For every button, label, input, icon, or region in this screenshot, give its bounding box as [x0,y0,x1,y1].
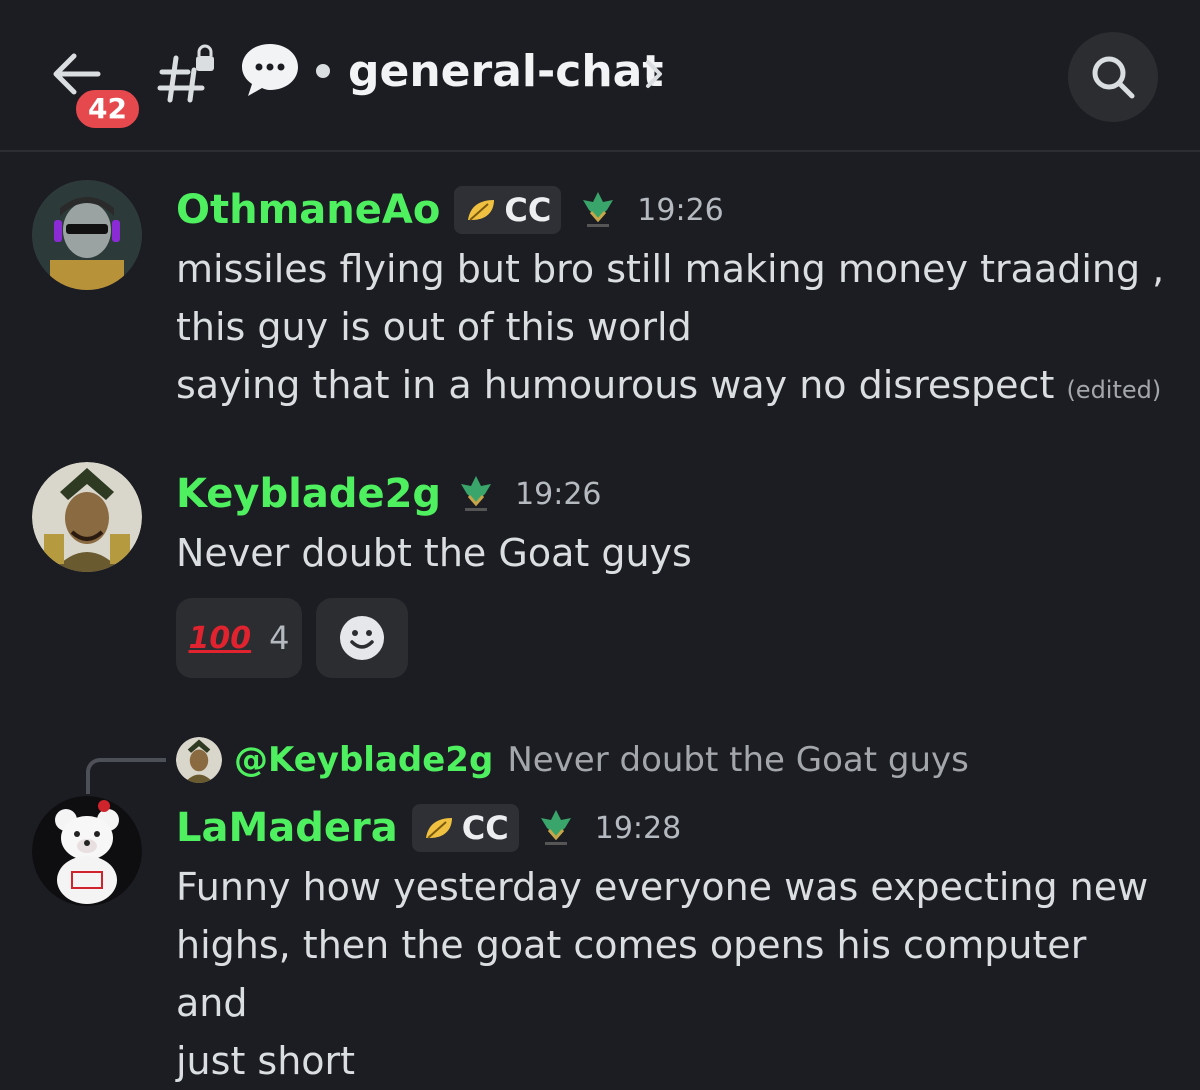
message-content: Never doubt the Goat guys [176,524,1166,582]
message-line-text: saying that in a humourous way no disres… [176,363,1055,407]
separator-dot [316,64,330,78]
hundred-points-icon: 100 [188,620,252,656]
timestamp: 19:28 [594,810,682,846]
message-content: missiles flying but bro still making mon… [176,240,1166,419]
guild-tag[interactable]: CC [411,804,519,852]
timestamp: 19:26 [515,476,602,512]
search-icon [1092,56,1135,99]
guild-tag-label: CC [504,191,552,229]
reaction-100[interactable]: 100 4 [176,598,302,678]
edited-label: (edited) [1066,376,1162,404]
leaf-icon [468,200,495,221]
avatar[interactable] [32,180,142,290]
unread-badge: 42 [72,86,143,132]
channel-header: 42 general-chat [0,0,1200,152]
reply-preview: Never doubt the Goat guys [507,740,969,780]
username[interactable]: LaMadera [176,805,398,851]
server-crest-icon [540,810,571,845]
reactions: 100 4 [176,598,422,678]
message-line: this guy is out of this world [176,305,692,349]
message-line: saying that in a humourous way no disres… [176,356,1166,419]
username[interactable]: Keyblade2g [176,471,441,517]
add-reaction-button[interactable] [316,598,408,678]
message-line: just short [176,1039,356,1083]
reply-reference[interactable]: @Keyblade2g Never doubt the Goat guys [176,734,969,786]
reaction-count: 4 [269,619,290,657]
server-crest-icon [583,192,614,227]
reply-connector [86,758,166,794]
timestamp: 19:26 [637,192,724,228]
avatar[interactable] [32,462,142,572]
guild-tag-label: CC [461,809,509,847]
message-line: missiles flying but bro still making mon… [176,247,1165,291]
message-line: Funny how yesterday everyone was expecti… [176,865,1149,909]
search-button[interactable] [1068,32,1158,122]
message-header: Keyblade2g 19:26 [176,466,602,522]
locked-hashtag-icon [156,44,218,106]
smiley-icon [340,616,384,660]
leaf-icon [425,818,452,839]
server-crest-icon [461,476,492,511]
avatar[interactable] [32,796,142,906]
message-content: Funny how yesterday everyone was expecti… [176,858,1166,1090]
message-line: highs, then the goat comes opens his com… [176,923,1087,1025]
message-header: LaMadera CC 19:28 [176,800,681,856]
message-line: Never doubt the Goat guys [176,531,692,575]
guild-tag[interactable]: CC [454,186,562,234]
chevron-right-icon[interactable] [640,56,668,92]
reply-mention[interactable]: @Keyblade2g [234,740,493,780]
message-header: OthmaneAo CC 19:26 [176,182,724,238]
username[interactable]: OthmaneAo [176,187,440,233]
chat-bubble-icon[interactable] [238,40,302,98]
channel-name[interactable]: general-chat [348,44,663,100]
reply-avatar [176,737,222,783]
